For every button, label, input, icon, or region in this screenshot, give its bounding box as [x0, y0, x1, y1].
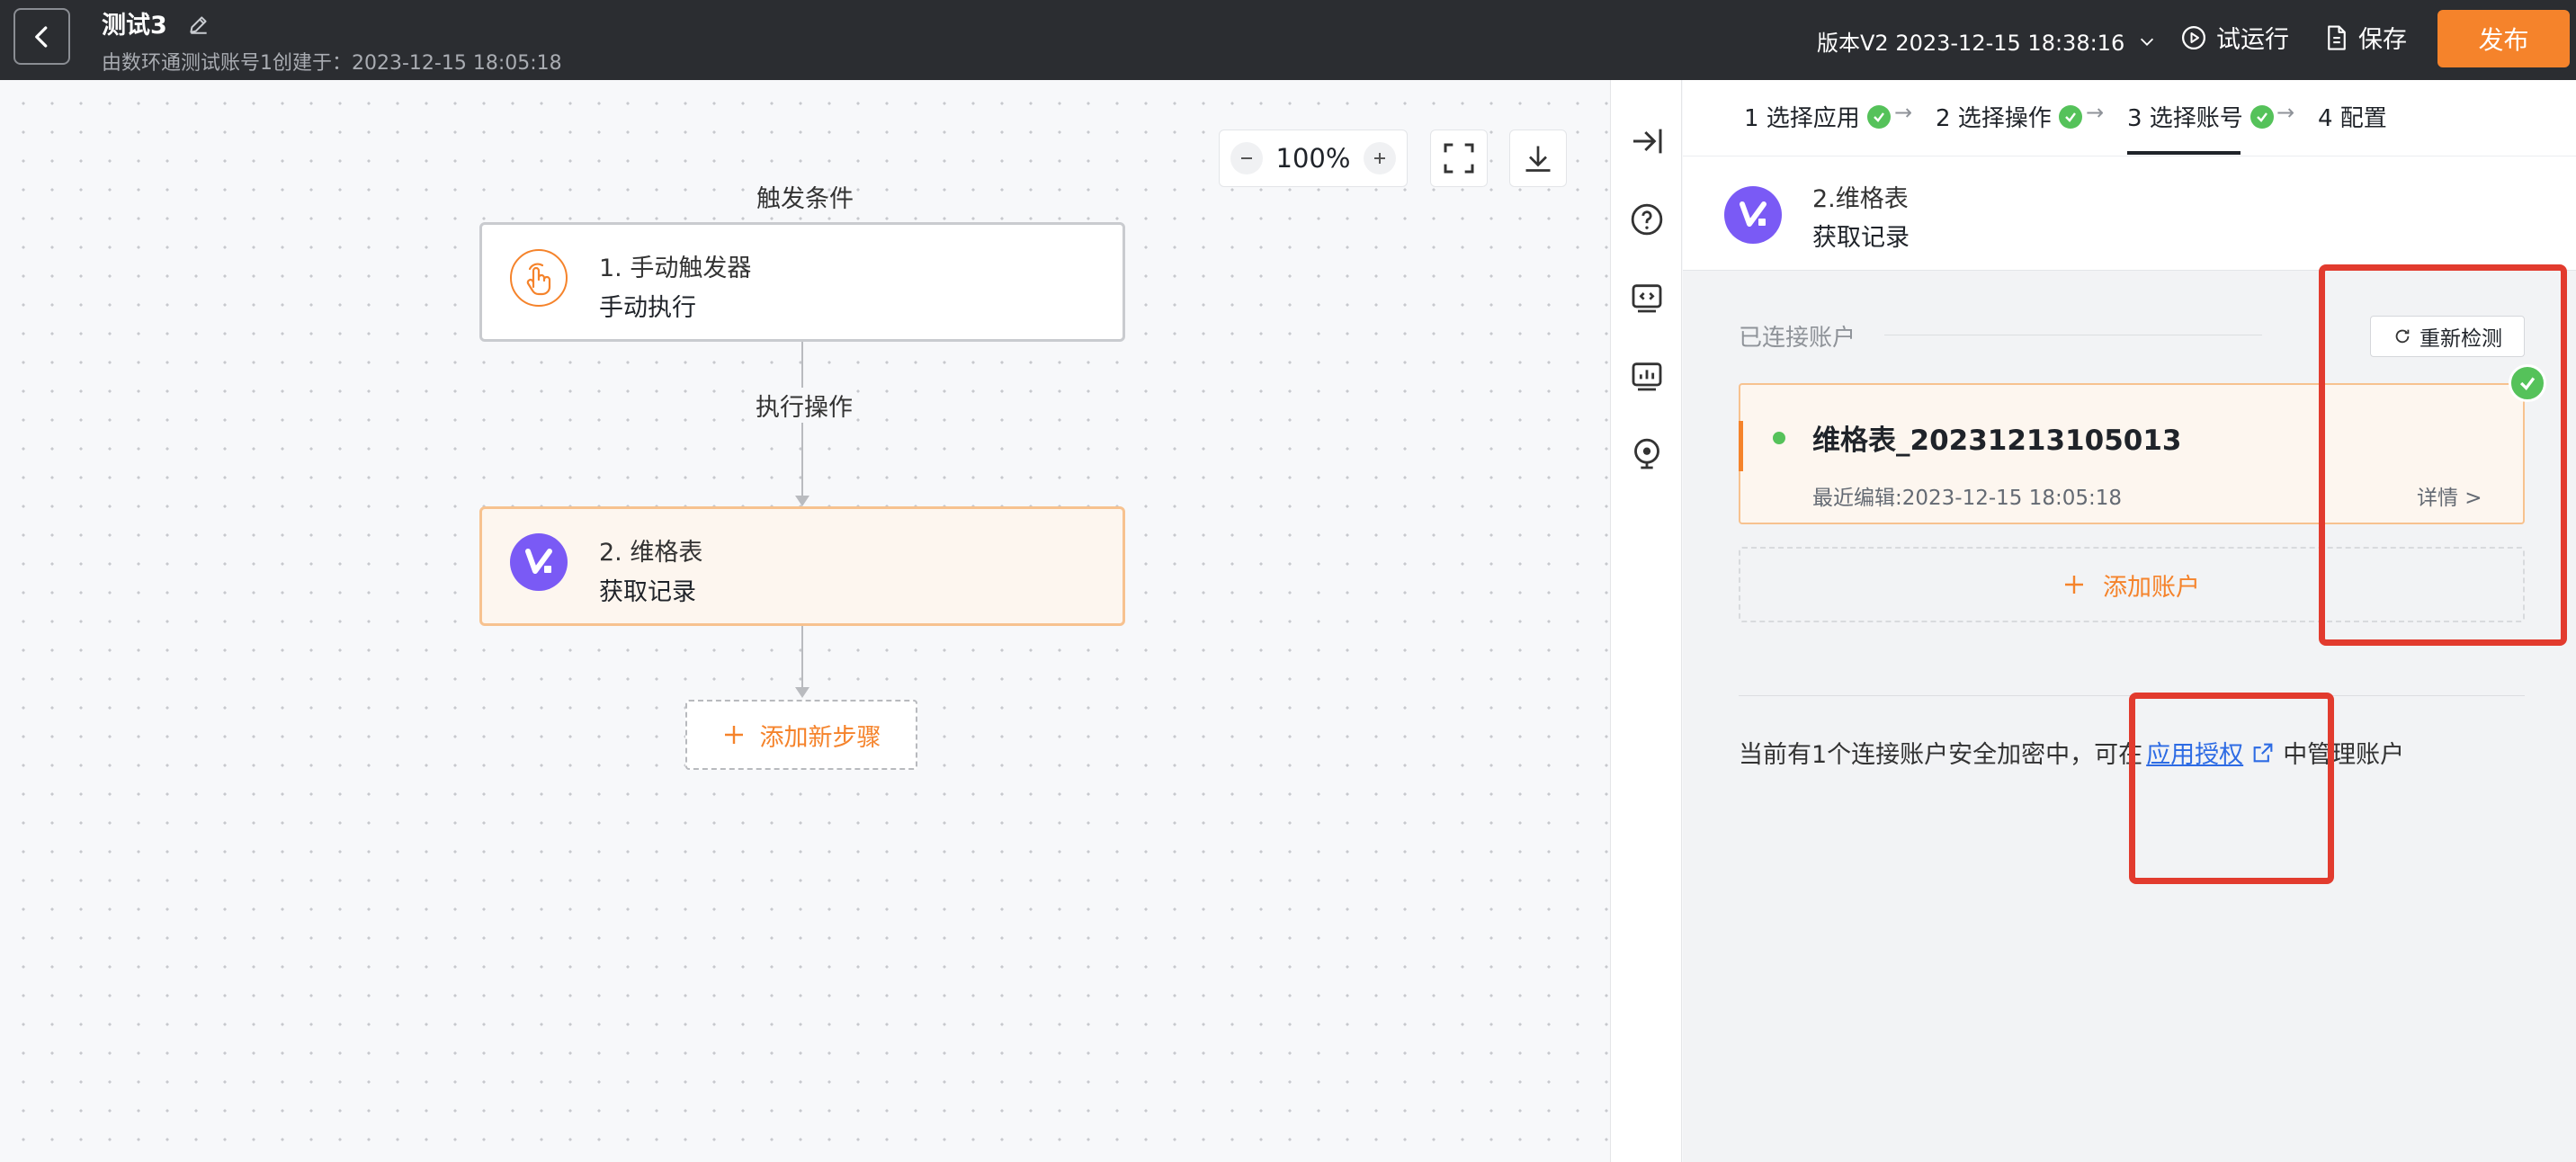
- check-icon: [2250, 104, 2274, 129]
- zoom-out-button[interactable]: [1230, 142, 1263, 174]
- arrow-right-icon: →: [2276, 100, 2295, 125]
- code-icon[interactable]: [1629, 280, 1665, 316]
- publish-label: 发布: [2478, 25, 2529, 55]
- top-bar: 测试3 由数环通测试账号1创建于：2023-12-15 18:05:18 版本V…: [0, 0, 2576, 80]
- step-nav: 1 选择应用 → 2 选择操作 → 3 选择账号 → 4 配置: [1683, 80, 2576, 156]
- play-circle-icon: [2182, 25, 2205, 49]
- vika-logo-wrap: [1724, 186, 1782, 244]
- monitor-chart-icon[interactable]: [1629, 358, 1665, 394]
- hand-tap-icon: [526, 263, 551, 296]
- add-step-button[interactable]: 添加新步骤: [685, 700, 917, 770]
- account-last-edit: 最近编辑:2023-12-15 18:05:18: [1812, 487, 2123, 510]
- trigger-node-icon-wrap: [510, 249, 568, 307]
- connector-arrow: [795, 687, 809, 698]
- vika-logo-wrap: [510, 533, 568, 591]
- app-name: 2.维格表: [1812, 185, 1909, 213]
- arrow-right-icon: →: [1894, 100, 1913, 125]
- config-panel: 1 选择应用 → 2 选择操作 → 3 选择账号 → 4 配置 2.维格表 获取…: [1683, 80, 2576, 1162]
- flow-canvas[interactable]: 100% 触发条件 1. 手动触发器 手动执行 执行操作 2. 维格表 获取记录…: [0, 80, 1610, 1162]
- zoom-control: 100%: [1219, 130, 1408, 187]
- trigger-node[interactable]: 1. 手动触发器 手动执行: [479, 222, 1125, 342]
- selected-indicator: [1739, 421, 1743, 471]
- check-icon: [1866, 104, 1891, 129]
- account-name: 维格表_20231213105013: [1812, 425, 2182, 457]
- status-dot: [1773, 432, 1785, 444]
- test-run-label: 试运行: [2216, 26, 2289, 54]
- add-account-label: 添加账户: [2103, 573, 2200, 602]
- version-label: 版本V2 2023-12-15 18:38:16: [1817, 31, 2125, 56]
- publish-button[interactable]: 发布: [2437, 10, 2570, 67]
- app-action: 获取记录: [1812, 224, 1910, 252]
- document-icon: [2328, 24, 2346, 50]
- trigger-node-title: 1. 手动触发器: [599, 255, 752, 282]
- minus-icon: [1241, 157, 1252, 159]
- side-rail: [1610, 80, 1682, 1162]
- help-icon[interactable]: [1629, 201, 1665, 237]
- action-label: 执行操作: [752, 388, 856, 423]
- step-configure[interactable]: 4 配置: [2318, 100, 2387, 133]
- chevron-left-icon: [34, 25, 47, 48]
- collapse-panel-icon[interactable]: [1629, 123, 1665, 159]
- zoom-in-button[interactable]: [1363, 142, 1396, 174]
- test-run-button[interactable]: 试运行: [2180, 20, 2289, 55]
- flow-title: 测试3: [102, 12, 167, 40]
- step-select-app[interactable]: 1 选择应用: [1744, 100, 1891, 133]
- plus-icon: [724, 726, 743, 744]
- flow-created-info: 由数环通测试账号1创建于：2023-12-15 18:05:18: [102, 52, 562, 75]
- connected-accounts-label: 已连接账户: [1739, 325, 1856, 352]
- vika-logo-icon: [525, 549, 552, 574]
- action-node[interactable]: 2. 维格表 获取记录: [479, 506, 1125, 626]
- step-label: 4 配置: [2318, 105, 2387, 132]
- fullscreen-icon: [1444, 143, 1474, 174]
- trigger-label: 触发条件: [756, 185, 854, 213]
- step-label: 2 选择操作: [1936, 105, 2052, 132]
- step-select-action[interactable]: 2 选择操作: [1936, 100, 2082, 133]
- back-button[interactable]: [13, 8, 70, 65]
- zoom-level: 100%: [1275, 143, 1351, 174]
- active-step-indicator: [2127, 151, 2241, 155]
- plus-icon: [1373, 153, 1385, 164]
- edit-icon[interactable]: [187, 13, 210, 36]
- fullscreen-button[interactable]: [1430, 130, 1488, 187]
- connector-line: [801, 442, 803, 497]
- download-icon: [1525, 146, 1551, 172]
- version-selector[interactable]: 版本V2 2023-12-15 18:38:16: [1817, 25, 2157, 57]
- arrow-right-icon: →: [2086, 100, 2105, 125]
- connector-line: [801, 626, 803, 689]
- check-icon: [2058, 104, 2082, 129]
- step-label: 3 选择账号: [2127, 105, 2243, 132]
- vika-logo-icon: [1740, 201, 1767, 227]
- save-label: 保存: [2358, 26, 2407, 54]
- location-icon[interactable]: [1629, 436, 1665, 472]
- add-step-label: 添加新步骤: [759, 723, 881, 752]
- download-button[interactable]: [1509, 130, 1567, 187]
- action-node-title: 2. 维格表: [599, 539, 703, 567]
- save-button[interactable]: 保存: [2324, 20, 2407, 55]
- action-node-subtitle: 获取记录: [599, 578, 696, 606]
- note-text: 当前有1个连接账户安全加密中，可在: [1739, 741, 2143, 769]
- step-select-account[interactable]: 3 选择账号: [2127, 100, 2274, 133]
- trigger-node-subtitle: 手动执行: [599, 294, 696, 322]
- chevron-down-icon: [2141, 38, 2154, 46]
- highlight-box: [2129, 693, 2334, 884]
- step-label: 1 选择应用: [1744, 105, 1860, 132]
- plus-icon: [2065, 576, 2083, 594]
- highlight-box: [2319, 264, 2567, 646]
